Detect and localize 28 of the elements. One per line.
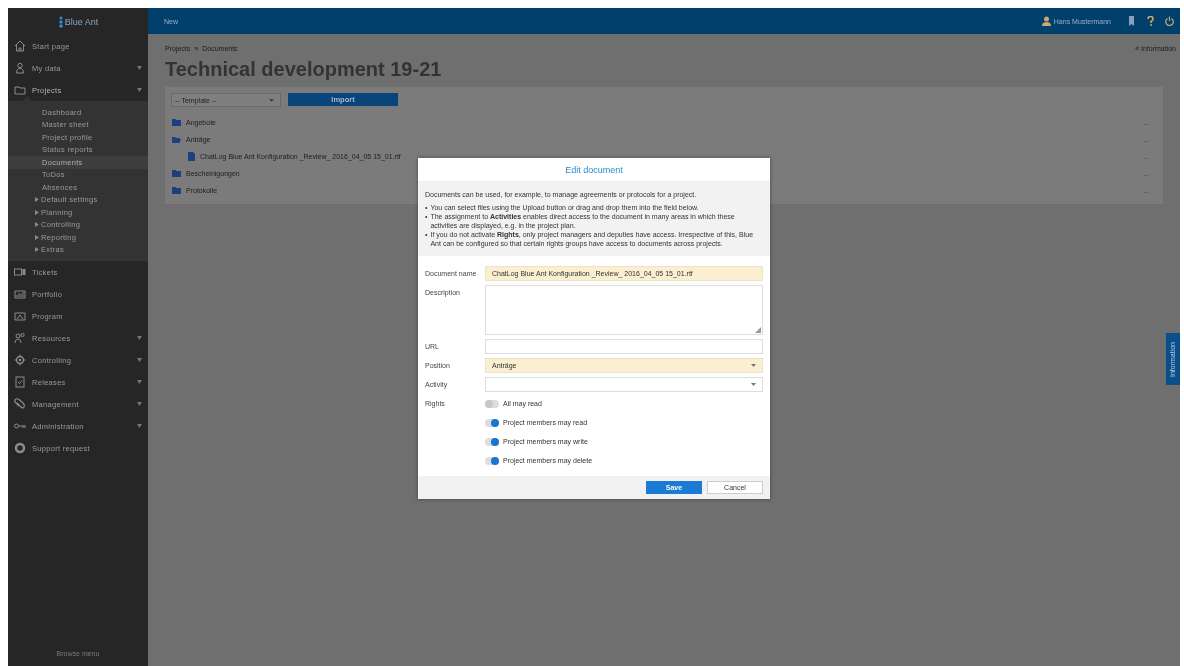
toggle-switch[interactable] bbox=[485, 437, 499, 446]
key-icon bbox=[14, 420, 26, 432]
caret-icon bbox=[751, 364, 756, 367]
person-icon bbox=[14, 62, 26, 74]
description-field[interactable] bbox=[485, 285, 763, 335]
help-icon bbox=[1146, 16, 1155, 26]
logo-text: Blue Ant bbox=[64, 16, 99, 27]
toggle-switch[interactable] bbox=[485, 456, 499, 465]
paperclip-icon bbox=[14, 398, 26, 410]
toggle-switch[interactable] bbox=[485, 399, 499, 408]
home-icon bbox=[14, 40, 26, 52]
resize-grip-icon bbox=[755, 327, 761, 333]
power-icon bbox=[1165, 16, 1174, 26]
caret-icon bbox=[751, 383, 756, 386]
file-icon bbox=[188, 152, 195, 161]
gear-icon bbox=[14, 354, 26, 366]
caret-icon bbox=[269, 98, 274, 102]
bookmark-icon bbox=[1127, 16, 1136, 26]
select-field[interactable] bbox=[485, 377, 763, 392]
lifebuoy-icon bbox=[14, 442, 26, 454]
page-title: Technical development 19-21 bbox=[164, 57, 443, 82]
people-icon bbox=[14, 332, 26, 344]
input-field[interactable] bbox=[485, 339, 763, 354]
toggle-switch[interactable] bbox=[485, 418, 499, 427]
folder-icon bbox=[14, 84, 26, 96]
checklist-icon bbox=[14, 376, 26, 388]
ticket-icon bbox=[14, 266, 26, 278]
user-icon bbox=[1041, 16, 1051, 26]
